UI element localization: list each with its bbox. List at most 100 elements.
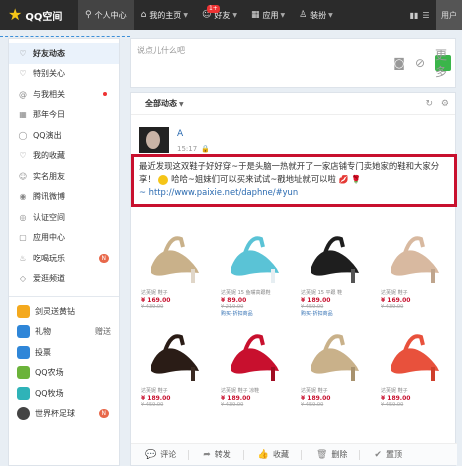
user-center-button[interactable]: 用户 (436, 0, 462, 30)
shoe-image[interactable] (381, 315, 451, 385)
product-name[interactable]: 达芙妮 鞋子 (381, 289, 451, 296)
sidebar-app-gift[interactable]: 礼物 赠送 (9, 322, 119, 343)
product-card[interactable]: 达芙妮 鞋子 ¥ 169.00 ¥ 439.00 (381, 217, 451, 321)
product-price: ¥ 189.00 (141, 395, 171, 402)
post-link[interactable]: ~ http://www.paixie.net/daphne/#yun (139, 187, 298, 197)
sidebar-item-real-name-friends[interactable]: ☺ 实名朋友 (9, 166, 119, 187)
jianling-app-icon (17, 304, 30, 318)
notification-badge: 1+ (206, 5, 220, 13)
sidebar-item-label: 特别关心 (33, 69, 65, 79)
chevron-down-icon: ▼ (179, 101, 184, 108)
attachment-icon[interactable]: ⊘ (415, 56, 425, 70)
sidebar-item-friend-feeds[interactable]: ♡ 好友动态 (9, 43, 119, 64)
pin-button[interactable]: ✔ 置顶 (374, 449, 402, 460)
product-card[interactable]: 达芙妮 15 鱼嘴高跟鞋 ¥ 89.00 ¥ 219.00 购买·折扣商品 (221, 217, 291, 321)
calendar-icon: ▦ (19, 110, 27, 120)
product-name[interactable]: 达芙妮 鞋子 (301, 387, 371, 394)
sidebar-item-verified-space[interactable]: ◎ 认证空间 (9, 207, 119, 228)
sidebar-app-jianling[interactable]: 剑灵送黄钻 (9, 301, 119, 322)
shoe-image[interactable] (301, 217, 371, 287)
product-name[interactable]: 达芙妮 15 平跟 鞋 (301, 289, 371, 296)
new-badge: N (98, 409, 109, 419)
comment-button[interactable]: 💬 评论 (145, 449, 176, 460)
delete-button[interactable]: 🗑 删除 (316, 449, 347, 460)
circle-icon: ◯ (18, 130, 28, 140)
product-price: ¥ 189.00 (221, 395, 251, 402)
sidebar-item-eat-drink-play[interactable]: ♨ 吃喝玩乐 N (9, 248, 119, 269)
left-sidebar: ♡ 好友动态 ♡ 特别关心 @ 与我相关 ▦ 那年今日 ◯ QQ演出 ♡ 我的收… (8, 38, 120, 466)
shoe-image[interactable] (381, 217, 451, 287)
sidebar-app-vote[interactable]: 投票 (9, 342, 119, 363)
logo-text: QQ空间 (25, 11, 63, 23)
camera-icon[interactable]: ◙ (393, 56, 405, 70)
shoe-image[interactable] (221, 217, 291, 287)
product-price: ¥ 189.00 (381, 395, 411, 402)
post-action-bar: 💬 评论 ➦ 转发 👍 收藏 🗑 删除 ✔ 置顶 (131, 443, 457, 465)
nav-my-homepage[interactable]: ⌂ 我的主页 ▼ (134, 0, 195, 30)
shoe-image[interactable] (221, 315, 291, 385)
sidebar-item-qq-shows[interactable]: ◯ QQ演出 (9, 125, 119, 146)
sidebar-item-app-center[interactable]: ▢ 应用中心 (9, 228, 119, 249)
unread-dot (103, 92, 107, 97)
product-card[interactable]: 达芙妮 鞋子 ¥ 189.00 ¥ 459.00 (381, 315, 451, 419)
sidebar-item-this-day[interactable]: ▦ 那年今日 (9, 105, 119, 126)
weibo-icon: ◉ (19, 192, 27, 202)
gear-icon[interactable]: ⚙ (441, 99, 449, 109)
like-button[interactable]: 👍 收藏 (258, 449, 289, 460)
product-card[interactable]: 达芙妮 鞋子 凉鞋 ¥ 189.00 ¥ 439.00 (221, 315, 291, 419)
product-card[interactable]: 达芙妮 鞋子 ¥ 189.00 ¥ 459.00 (301, 315, 371, 419)
product-price: ¥ 189.00 (301, 297, 331, 304)
new-badge: N (98, 253, 109, 263)
chevron-down-icon: ▼ (183, 11, 188, 19)
post-author[interactable]: A (177, 129, 183, 139)
composer-tools: ◙ ⊘ 更多 (393, 48, 451, 79)
shoe-image[interactable] (301, 315, 371, 385)
post-text-part2: 哈哈~姐妹们可以买来试试~戳地址就可以啦 (171, 174, 336, 184)
composer-placeholder[interactable]: 说点儿什么吧 (137, 45, 185, 56)
sidebar-item-shopping-channel[interactable]: ◇ 爱逛频道 (9, 269, 119, 290)
sidebar-item-label: 应用中心 (33, 233, 65, 243)
verified-icon: ◎ (19, 212, 27, 222)
feed-filter-dropdown[interactable]: 全部动态 ▼ (145, 98, 184, 109)
shoe-image[interactable] (141, 315, 211, 385)
product-card[interactable]: 达芙妮 鞋子 ¥ 169.00 ¥ 439.00 (141, 217, 211, 321)
apps-icon: ▦ (250, 10, 260, 20)
nav-decorate[interactable]: ♙ 装扮 ▼ (292, 0, 340, 30)
nav-personal-center[interactable]: ⚲ 个人中心 (78, 0, 134, 30)
heart-icon: ♡ (19, 48, 27, 58)
feed-panel: 全部动态 ▼ ↻ ⚙ A 15:17 🔒 最近发现这双鞋子好好穿~于是头脑一热就开了… (130, 92, 457, 466)
sidebar-item-favorites[interactable]: ♡ 我的收藏 (9, 146, 119, 167)
post-content: 最近发现这双鞋子好好穿~于是头脑一热就开了一家店铺专门卖她家的鞋和大家分享！ 哈… (131, 154, 457, 207)
nav-apps[interactable]: ▦ 应用 ▼ (244, 0, 292, 30)
avatar[interactable] (139, 127, 169, 153)
shoe-image[interactable] (141, 217, 211, 287)
share-button[interactable]: ➦ 转发 (203, 449, 231, 460)
product-original-price: ¥ 459.00 (301, 402, 324, 408)
product-name[interactable]: 达芙妮 鞋子 (381, 387, 451, 394)
product-name[interactable]: 达芙妮 鞋子 凉鞋 (221, 387, 291, 394)
qzone-logo[interactable]: ★ QQ空间 (0, 0, 78, 30)
menu-icon[interactable]: ☰ (420, 11, 432, 20)
sidebar-item-special-care[interactable]: ♡ 特别关心 (9, 64, 119, 85)
signal-icon[interactable]: ▮▮ (408, 11, 420, 20)
more-button[interactable]: 更多 (435, 48, 451, 79)
nav-label: 个人中心 (94, 10, 127, 20)
sidebar-app-qq-farm[interactable]: QQ农场 (9, 363, 119, 384)
sidebar-item-about-me[interactable]: @ 与我相关 (9, 84, 119, 105)
status-composer[interactable]: 说点儿什么吧 ◙ ⊘ 更多 (130, 38, 456, 88)
product-name[interactable]: 达芙妮 鞋子 (141, 289, 211, 296)
product-price: ¥ 169.00 (381, 297, 411, 304)
sidebar-item-tencent-weibo[interactable]: ◉ 腾讯微博 (9, 187, 119, 208)
sidebar-app-world-cup[interactable]: 世界杯足球 N (9, 404, 119, 425)
product-name[interactable]: 达芙妮 15 鱼嘴高跟鞋 (221, 289, 291, 296)
nav-friends[interactable]: ☺ 1+ 好友 ▼ (195, 0, 244, 30)
comment-icon: 💬 (145, 449, 157, 460)
refresh-icon[interactable]: ↻ (425, 99, 433, 109)
product-name[interactable]: 达芙妮 鞋子 (141, 387, 211, 394)
sidebar-app-qq-ranch[interactable]: QQ牧场 (9, 383, 119, 404)
product-card[interactable]: 达芙妮 鞋子 ¥ 189.00 ¥ 459.00 (141, 315, 211, 419)
action-label: 删除 (331, 450, 348, 459)
lock-icon: 🔒 (201, 145, 210, 153)
product-card[interactable]: 达芙妮 15 平跟 鞋 ¥ 189.00 ¥ 459.00 购买·折扣商品 (301, 217, 371, 321)
give-link[interactable]: 赠送 (95, 326, 111, 337)
